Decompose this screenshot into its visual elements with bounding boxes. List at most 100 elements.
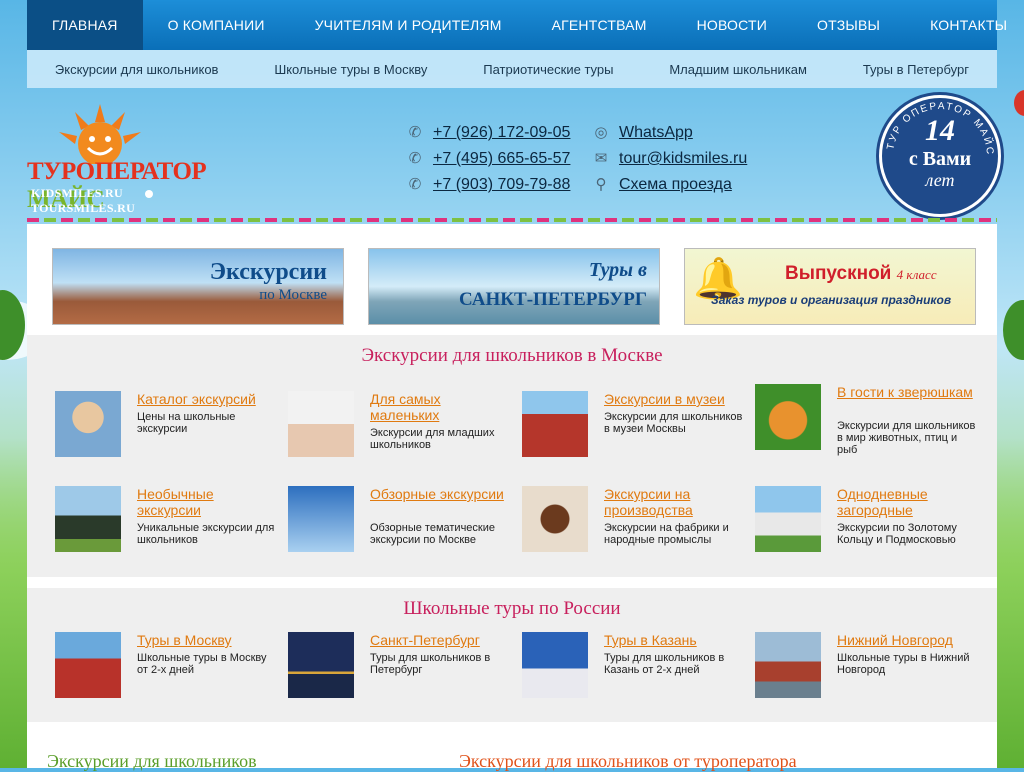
phone-icon: ✆ — [408, 124, 422, 141]
background-apple — [1014, 90, 1024, 116]
card-link[interactable]: Однодневные загородные — [837, 486, 977, 518]
banner-moscow-excursions[interactable]: Экскурсии по Москве — [52, 248, 344, 325]
card-link[interactable]: Нижний Новгород — [837, 632, 977, 648]
contact-links: ◎ WhatsApp ✉ tour@kidsmiles.ru ⚲ Схема прое… — [592, 120, 747, 198]
section-title: Экскурсии для школьников в Москве — [361, 345, 663, 366]
nav-item-about[interactable]: О компании — [143, 0, 290, 50]
subnav-item-patriotic-tours[interactable]: Патриотические туры — [483, 62, 613, 77]
subnav-item-school-excursions[interactable]: Экскурсии для школьников — [55, 62, 219, 77]
card-link[interactable]: Туры в Москву — [137, 632, 277, 648]
subnav-item-petersburg-tours[interactable]: Туры в Петербург — [863, 62, 969, 77]
bottom-heading-left: Экскурсии для школьников — [47, 751, 257, 771]
map-pin-icon: ⚲ — [595, 176, 607, 193]
logo-sites: KIDSMILES.RUTOURSMILES.RU — [31, 186, 272, 216]
phone-icon: ✆ — [408, 176, 422, 193]
card-link[interactable]: Санкт-Петербург — [370, 632, 510, 648]
card-description: Уникальные экскурсии для школьников — [137, 522, 275, 546]
nav-item-contacts[interactable]: Контакты — [905, 0, 1024, 50]
card-photo[interactable] — [755, 632, 821, 698]
card-link[interactable]: Обзорные экскурсии — [370, 486, 510, 502]
map-link[interactable]: Схема проезда — [619, 176, 732, 194]
card-photo[interactable] — [522, 486, 588, 552]
card-photo[interactable] — [288, 486, 354, 552]
nav-item-agencies[interactable]: Агентствам — [527, 0, 672, 50]
card-link[interactable]: В гости к зверюшкам — [837, 384, 977, 400]
card-description: Экскурсии для младших школьников — [370, 427, 495, 451]
phone-icon: ✆ — [408, 150, 422, 167]
phone-list: ✆ +7 (926) 172-09-05 ✆ +7 (495) 665-65-57 … — [406, 120, 571, 198]
years-badge: ТУР ОПЕРАТОР МАЙС 14 с Вами лет — [879, 95, 1001, 217]
badge-number: 14 — [925, 114, 955, 147]
nav-item-reviews[interactable]: Отзывы — [792, 0, 905, 50]
excursion-card: Для самых маленьких Экскурсии для младши… — [288, 391, 508, 463]
banner-graduation[interactable]: 🔔 Выпускной 4 класс Заказ туров и органи… — [684, 248, 976, 325]
section-russia-tours: Школьные туры по России Туры в Москву Шк… — [27, 588, 997, 722]
card-photo[interactable] — [755, 384, 821, 450]
card-description: Туры для школьников в Петербург — [370, 652, 491, 676]
card-link[interactable]: Необычные экскурсии — [137, 486, 277, 518]
site-logo[interactable]: ТУРОПЕРАТОР МАЙС KIDSMILES.RUTOURSMILES.… — [27, 100, 272, 215]
sub-navigation: Экскурсии для школьников Школьные туры в… — [27, 50, 997, 88]
card-link[interactable]: Для самых маленьких — [370, 391, 510, 423]
card-photo[interactable] — [55, 391, 121, 457]
excursion-card: В гости к зверюшкам Экскурсии для школьн… — [755, 384, 975, 456]
section-moscow-excursions: Экскурсии для школьников в Москве Катало… — [27, 335, 997, 577]
card-description: Школьные туры в Нижний Новгород — [837, 652, 970, 676]
card-photo[interactable] — [522, 391, 588, 457]
whatsapp-link[interactable]: WhatsApp — [619, 124, 693, 142]
card-photo[interactable] — [522, 632, 588, 698]
main-panel: Экскурсии по Москве Туры в САНКТ-ПЕТЕРБУ… — [27, 224, 997, 771]
sun-smile-icon — [59, 104, 141, 164]
nav-item-news[interactable]: Новости — [672, 0, 792, 50]
card-photo[interactable] — [55, 632, 121, 698]
nav-item-teachers-parents[interactable]: Учителям и родителям — [290, 0, 527, 50]
envelope-icon: ✉ — [594, 150, 608, 167]
phone-link[interactable]: +7 (926) 172-09-05 — [433, 124, 570, 142]
banner-title-suffix: 4 класс — [896, 267, 937, 282]
card-description: Экскурсии для школьников в мир животных,… — [837, 420, 976, 456]
bottom-heading-right: Экскурсии для школьников от туроператора — [459, 751, 797, 771]
card-link[interactable]: Туры в Казань — [604, 632, 744, 648]
nav-item-home[interactable]: Главная — [27, 0, 143, 50]
badge-bottom-text: лет — [925, 170, 955, 190]
banner-subtitle: САНКТ-ПЕТЕРБУРГ — [459, 289, 647, 310]
banner-title: Выпускной — [785, 263, 892, 284]
tour-card: Туры в Москву Школьные туры в Москву от … — [55, 632, 275, 704]
card-link[interactable]: Экскурсии на производства — [604, 486, 744, 518]
tour-card: Туры в Казань Туры для школьников в Каза… — [522, 632, 742, 704]
card-description: Школьные туры в Москву от 2-х дней — [137, 652, 267, 676]
banner-subtitle: Заказ туров и организация праздников — [711, 293, 952, 307]
whatsapp-icon: ◎ — [594, 124, 608, 141]
top-navigation: Главная О компании Учителям и родителям … — [27, 0, 1007, 50]
excursion-card: Необычные экскурсии Уникальные экскурсии… — [55, 486, 275, 558]
subnav-item-junior-students[interactable]: Младшим школьникам — [669, 62, 807, 77]
card-description: Экскурсии по Золотому Кольцу и Подмосков… — [837, 522, 957, 546]
card-photo[interactable] — [288, 391, 354, 457]
dashed-divider — [27, 218, 997, 222]
card-description: Туры для школьников в Казань от 2-х дней — [604, 652, 725, 676]
banner-title: Экскурсии — [209, 259, 327, 285]
excursion-card: Экскурсии на производства Экскурсии на ф… — [522, 486, 742, 558]
subnav-item-moscow-tours[interactable]: Школьные туры в Москву — [274, 62, 427, 77]
excursion-card: Однодневные загородные Экскурсии по Золо… — [755, 486, 975, 558]
card-photo[interactable] — [755, 486, 821, 552]
background-tree — [1003, 300, 1024, 360]
excursion-card: Экскурсии в музеи Экскурсии для школьник… — [522, 391, 742, 463]
card-description: Обзорные тематические экскурсии по Москв… — [370, 522, 496, 546]
banner-row: Экскурсии по Москве Туры в САНКТ-ПЕТЕРБУ… — [52, 248, 976, 325]
banner-title: Туры в — [588, 259, 647, 281]
card-link[interactable]: Каталог экскурсий — [137, 391, 277, 407]
phone-link[interactable]: +7 (903) 709-79-88 — [433, 176, 570, 194]
card-description: Цены на школьные экскурсии — [137, 411, 236, 435]
tour-card: Нижний Новгород Школьные туры в Нижний Н… — [755, 632, 975, 704]
card-photo[interactable] — [288, 632, 354, 698]
banner-petersburg-tours[interactable]: Туры в САНКТ-ПЕТЕРБУРГ — [368, 248, 660, 325]
email-link[interactable]: tour@kidsmiles.ru — [619, 150, 747, 168]
phone-link[interactable]: +7 (495) 665-65-57 — [433, 150, 570, 168]
card-link[interactable]: Экскурсии в музеи — [604, 391, 744, 407]
card-photo[interactable] — [55, 486, 121, 552]
banner-subtitle: по Москве — [259, 287, 327, 303]
badge-middle-text: с Вами — [908, 148, 972, 170]
excursion-card: Каталог экскурсий Цены на школьные экску… — [55, 391, 275, 463]
section-title: Школьные туры по России — [403, 598, 621, 619]
